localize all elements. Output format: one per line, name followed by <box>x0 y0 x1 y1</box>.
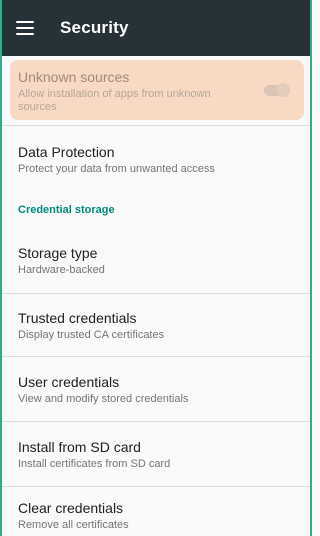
trusted-credentials-item[interactable]: Trusted credentials Display trusted CA c… <box>2 294 310 357</box>
storage-type-subtitle: Hardware-backed <box>18 264 105 276</box>
screen: Security Unknown sources Allow installat… <box>0 0 312 536</box>
section-header-credential-storage: Credential storage <box>18 204 115 216</box>
trusted-credentials-title: Trusted credentials <box>18 309 137 326</box>
settings-list: Unknown sources Allow installation of ap… <box>2 56 310 536</box>
data-protection-subtitle: Protect your data from unwanted access <box>18 162 215 175</box>
user-credentials-subtitle: View and modify stored credentials <box>18 392 189 405</box>
user-credentials-item[interactable]: User credentials View and modify stored … <box>2 357 310 422</box>
clear-credentials-item[interactable]: Clear credentials Remove all certificate… <box>2 487 310 536</box>
page-title: Security <box>60 18 129 37</box>
unknown-sources-title: Unknown sources <box>18 68 130 85</box>
data-protection-title: Data Protection <box>18 143 115 160</box>
clear-credentials-title: Clear credentials <box>18 499 124 516</box>
install-sd-title: Install from SD card <box>18 438 141 455</box>
toggle-thumb <box>276 83 290 97</box>
app-bar: Security <box>2 0 310 56</box>
clear-credentials-subtitle: Remove all certificates <box>18 518 129 531</box>
unknown-sources-subtitle: Allow installation of apps from unknown … <box>18 87 211 113</box>
unknown-sources-item[interactable]: Unknown sources Allow installation of ap… <box>2 56 310 126</box>
hamburger-menu-icon[interactable] <box>16 21 34 35</box>
trusted-credentials-subtitle: Display trusted CA certificates <box>18 328 165 341</box>
install-sd-item[interactable]: Install from SD card Install certificate… <box>2 422 310 487</box>
data-protection-item[interactable]: Data Protection Protect your data from u… <box>2 126 310 192</box>
unknown-sources-toggle[interactable] <box>264 83 290 97</box>
storage-type-title: Storage type <box>18 245 98 261</box>
user-credentials-title: User credentials <box>18 373 120 390</box>
storage-type-item[interactable]: Storage type Hardware-backed <box>2 228 310 294</box>
install-sd-subtitle: Install certificates from SD card <box>18 457 171 470</box>
